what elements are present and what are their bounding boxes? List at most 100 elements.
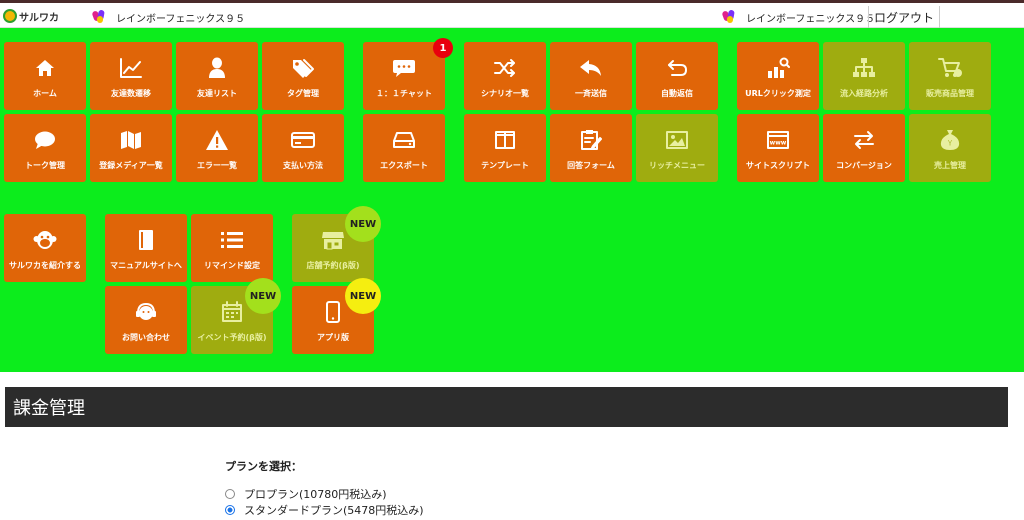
menu-contact[interactable]: お問い合わせ [105, 286, 187, 354]
user-icon [203, 56, 231, 80]
sitemap-icon [850, 56, 878, 80]
plan-option-label: プロプラン(10780円税込み) [244, 488, 387, 501]
menu-scenario[interactable]: シナリオ一覧 [464, 42, 546, 110]
menu-label: URLクリック測定 [745, 89, 811, 98]
monkey-logo-icon [3, 9, 17, 23]
menu-rich-menu[interactable]: リッチメニュー [636, 114, 718, 182]
menu-url-click[interactable]: URLクリック測定 [737, 42, 819, 110]
account-name: レインボーフェニックス９５ [116, 13, 246, 25]
clipboard-edit-icon [577, 128, 605, 152]
menu-template[interactable]: テンプレート [464, 114, 546, 182]
menu-label: サイトスクリプト [746, 161, 810, 170]
menu-site-script[interactable]: www サイトスクリプト [737, 114, 819, 182]
yen-bag-icon: ¥ [936, 128, 964, 152]
logout-button[interactable]: ログアウト [868, 6, 940, 28]
menu-label: ホーム [33, 89, 57, 98]
radio-button-selected[interactable] [225, 505, 235, 515]
current-account[interactable]: レインボーフェニックス９５ [721, 9, 876, 25]
tags-icon [289, 56, 317, 80]
menu-label: エラー一覧 [197, 161, 237, 170]
menu-label: シナリオ一覧 [481, 89, 529, 98]
hard-drive-icon [390, 128, 418, 152]
radio-button[interactable] [225, 489, 235, 499]
menu-label: リマインド設定 [204, 261, 260, 270]
menu-sales[interactable]: ¥ 売上管理 [909, 114, 991, 182]
svg-text:www: www [770, 140, 787, 147]
line-chart-icon [117, 56, 145, 80]
menu-label: 販売商品管理 [926, 89, 974, 98]
new-badge: NEW [345, 206, 381, 242]
bar-chart-search-icon [764, 56, 792, 80]
menu-introduce[interactable]: サルワカを紹介する [4, 214, 86, 282]
new-badge: NEW [345, 278, 381, 314]
menu-label: マニュアルサイトへ [110, 261, 182, 270]
menu-label: エクスポート [380, 161, 428, 170]
menu-inflow[interactable]: 流入経路分析 [823, 42, 905, 110]
menu-label: トーク管理 [25, 161, 65, 170]
cart-check-icon [936, 56, 964, 80]
menu-auto-reply[interactable]: 自動返信 [636, 42, 718, 110]
menu-label: 支払い方法 [283, 161, 323, 170]
menu-panel: ホーム 友達数遷移 友達リスト タグ管理 １：１チャット 1 シナリオ一覧 一斉… [0, 28, 1024, 372]
menu-export[interactable]: エクスポート [363, 114, 445, 182]
menu-label: お問い合わせ [122, 333, 170, 342]
menu-remind[interactable]: リマインド設定 [191, 214, 273, 282]
menu-product[interactable]: 販売商品管理 [909, 42, 991, 110]
menu-label: 一斉送信 [575, 89, 607, 98]
book-icon [132, 228, 160, 252]
speech-bubble-icon [31, 128, 59, 152]
menu-chat[interactable]: １：１チャット 1 [363, 38, 453, 110]
top-bar: サルワカ レインボーフェニックス９５ レインボーフェニックス９５ ログアウト [0, 0, 1024, 28]
section-header: 課金管理 [5, 387, 1008, 427]
menu-friend-list[interactable]: 友達リスト [176, 42, 258, 110]
monkey-icon [31, 228, 59, 252]
menu-tag-manage[interactable]: タグ管理 [262, 42, 344, 110]
rainbow-phoenix-icon [721, 9, 738, 25]
menu-home[interactable]: ホーム [4, 42, 86, 110]
chat-bubble-icon [390, 56, 418, 80]
home-icon [31, 56, 59, 80]
warning-icon [203, 128, 231, 152]
list-icon [218, 228, 246, 252]
menu-conversion[interactable]: コンバージョン [823, 114, 905, 182]
account-switcher[interactable]: レインボーフェニックス９５ [91, 9, 246, 25]
plan-option-standard[interactable]: スタンダードプラン(5478円税込み) [225, 502, 424, 518]
menu-friend-trend[interactable]: 友達数遷移 [90, 42, 172, 110]
menu-label: イベント予約(β版) [197, 333, 267, 342]
menu-label: 売上管理 [934, 161, 966, 170]
menu-label: 友達数遷移 [111, 89, 151, 98]
credit-card-icon [289, 128, 317, 152]
brand-logo[interactable]: サルワカ [3, 6, 59, 26]
menu-label: 登録メディア一覧 [99, 161, 163, 170]
menu-broadcast[interactable]: 一斉送信 [550, 42, 632, 110]
support-headset-icon [132, 300, 160, 324]
menu-label: タグ管理 [287, 89, 319, 98]
rainbow-phoenix-icon [91, 9, 108, 25]
menu-label: コンバージョン [836, 161, 892, 170]
menu-label: 自動返信 [661, 89, 693, 98]
columns-icon [491, 128, 519, 152]
menu-manual[interactable]: マニュアルサイトへ [105, 214, 187, 282]
menu-talk[interactable]: トーク管理 [4, 114, 86, 182]
store-icon [319, 228, 347, 252]
menu-label: 店舗予約(β版) [306, 261, 360, 270]
calendar-icon [218, 300, 246, 324]
menu-form[interactable]: 回答フォーム [550, 114, 632, 182]
unread-count-badge: 1 [433, 38, 453, 58]
menu-label: サルワカを紹介する [9, 261, 81, 270]
smartphone-icon [319, 300, 347, 324]
shuffle-icon [491, 56, 519, 80]
svg-text:¥: ¥ [947, 139, 954, 149]
menu-media[interactable]: 登録メディア一覧 [90, 114, 172, 182]
image-icon [663, 128, 691, 152]
reply-icon [577, 56, 605, 80]
plan-option-label: スタンダードプラン(5478円税込み) [244, 504, 424, 517]
exchange-arrows-icon [850, 128, 878, 152]
menu-errors[interactable]: エラー一覧 [176, 114, 258, 182]
plan-option-pro[interactable]: プロプラン(10780円税込み) [225, 486, 387, 502]
menu-label: テンプレート [481, 161, 529, 170]
brand-name: サルワカ [19, 12, 59, 24]
browser-window-icon: www [764, 128, 792, 152]
account-name: レインボーフェニックス９５ [746, 13, 876, 25]
menu-payment[interactable]: 支払い方法 [262, 114, 344, 182]
